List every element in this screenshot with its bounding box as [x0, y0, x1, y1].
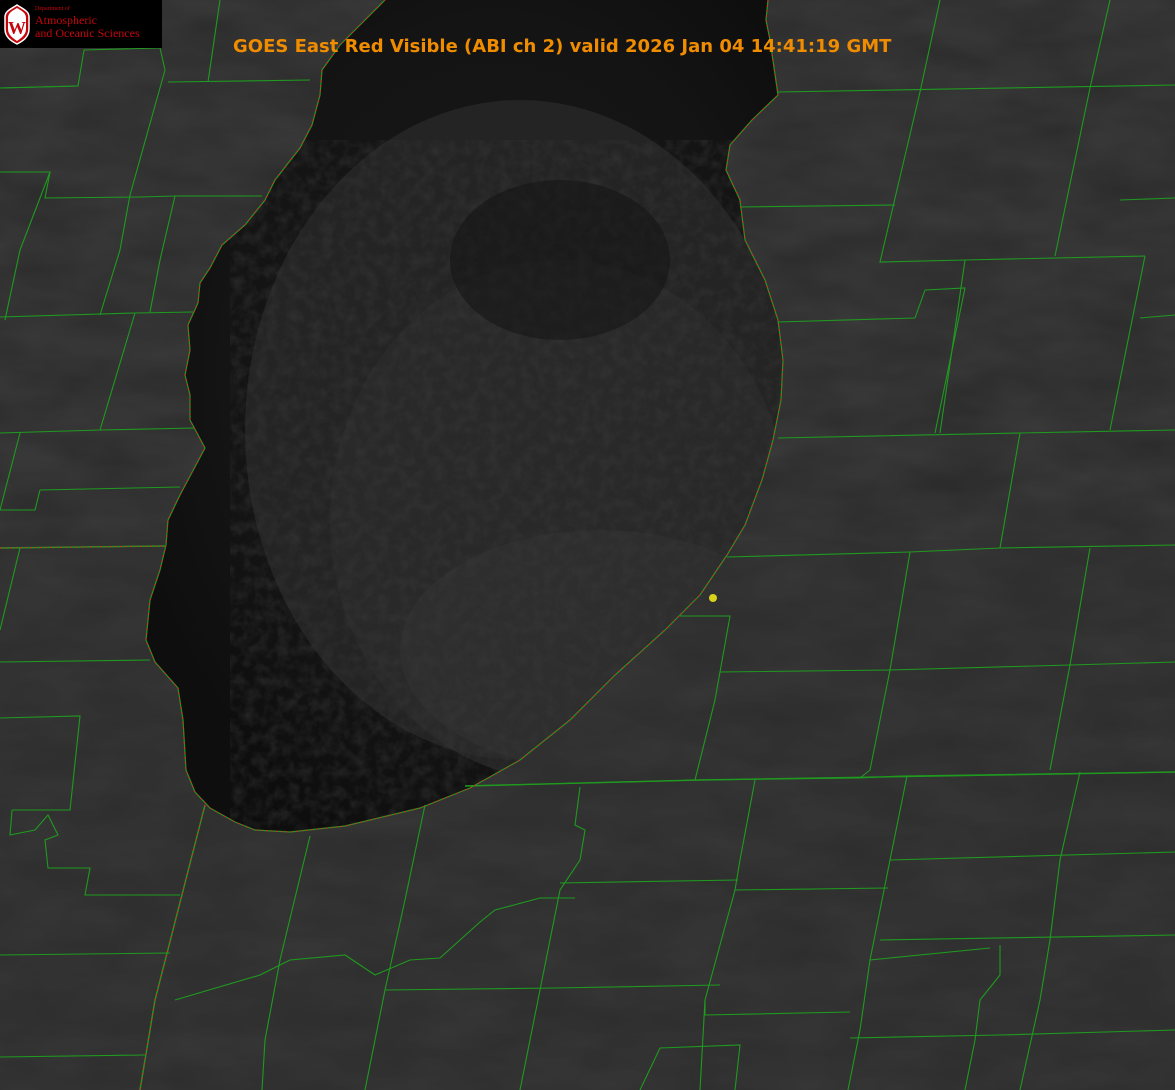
aos-logo: W Department of Atmospheric and Oceanic … [0, 0, 162, 48]
svg-text:W: W [8, 18, 26, 38]
satellite-image-map [0, 0, 1175, 1090]
satellite-viewer: W Department of Atmospheric and Oceanic … [0, 0, 1175, 1090]
uw-crest-icon: W [4, 4, 30, 45]
logo-line-2: and Oceanic Sciences [35, 26, 140, 40]
logo-department-text: Department of [35, 6, 70, 12]
image-title: GOES East Red Visible (ABI ch 2) valid 2… [233, 36, 892, 57]
location-marker [709, 594, 717, 602]
